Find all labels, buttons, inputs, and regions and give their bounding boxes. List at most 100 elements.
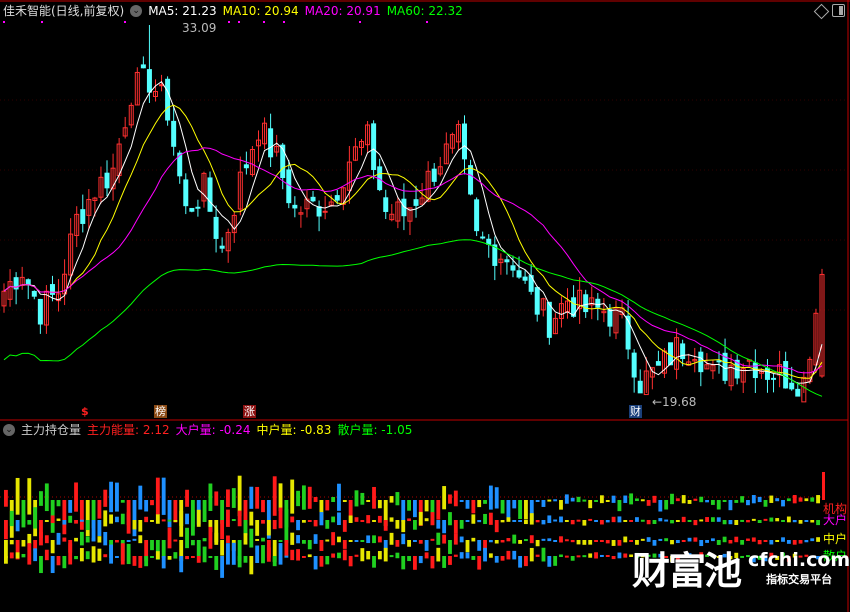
indicator-bar-big: [109, 514, 114, 524]
indicator-bar-big: [407, 518, 411, 522]
indicator-bar-big: [547, 515, 552, 524]
indicator-bar-mid: [564, 539, 569, 542]
indicator-bar-big: [190, 509, 195, 527]
indicator-bar-mid: [132, 538, 137, 541]
indicator-bar-institution: [471, 500, 476, 514]
indicator-bar-big: [383, 520, 388, 531]
candle-body: [413, 199, 419, 206]
indicator-bar-institution: [255, 486, 260, 509]
marker-bang[interactable]: 榜: [154, 405, 167, 418]
indicator-bar-big: [290, 516, 295, 523]
candle-body: [546, 301, 552, 338]
indicator-bar-institution: [670, 493, 674, 505]
indicator-bar-institution: [453, 490, 458, 507]
indicator-bar-institution: [775, 498, 780, 502]
indicator-bar-mid: [138, 535, 143, 544]
indicator-bar-mid: [185, 527, 189, 549]
indicator-bar-big: [459, 520, 464, 529]
indicator-bar-institution: [658, 500, 663, 512]
ma20-value: MA20: 20.91: [304, 4, 381, 18]
indicator-bar-institution: [39, 491, 43, 506]
indicator-bar-retail: [255, 545, 260, 563]
dropdown-chevron-icon[interactable]: ⌄: [3, 424, 15, 436]
indicator-bar-retail: [319, 556, 324, 567]
indicator-bar-retail: [237, 556, 242, 568]
indicator-bar-retail: [226, 543, 230, 565]
indicator-bar-retail: [337, 552, 341, 559]
indicator-bar-institution: [547, 499, 552, 502]
indicator-bar-mid: [518, 540, 523, 544]
indicator-bar-big: [582, 520, 587, 526]
stock-chart-canvas[interactable]: [0, 0, 850, 612]
indicator-bar-institution: [44, 483, 49, 512]
indicator-bar-big: [670, 520, 674, 524]
indicator-bar-mid: [594, 540, 598, 542]
indicator-bar-big: [524, 520, 528, 525]
indicator-bar-big: [220, 520, 225, 540]
indicator-bar-big: [798, 520, 803, 524]
indicator-bar-retail: [360, 548, 365, 562]
candle-body: [334, 195, 340, 201]
dropdown-chevron-icon[interactable]: ⌄: [130, 5, 143, 17]
panel-toggle-icon[interactable]: [832, 4, 845, 17]
indicator-bar-retail: [173, 552, 178, 559]
indicator-bar-big: [710, 517, 715, 522]
indicator-bar-retail: [471, 556, 476, 560]
indicator-bar-big: [120, 513, 125, 525]
indicator-bar-big: [243, 520, 248, 535]
marker-zhang[interactable]: 涨: [243, 405, 256, 418]
indicator-bar-big: [804, 520, 809, 522]
indicator-bar-mid: [354, 540, 359, 542]
indicator-bar-mid: [617, 540, 622, 546]
candle-body: [668, 342, 674, 366]
marker-cai[interactable]: 财: [629, 405, 642, 418]
indicator-bar-retail: [115, 556, 119, 558]
indicator-bar-institution: [518, 500, 523, 519]
indicator-bar-institution: [751, 495, 756, 504]
indicator-bar-institution: [249, 486, 254, 509]
indicator-bar-retail: [342, 549, 347, 561]
indicator-bar-mid: [623, 536, 628, 543]
indicator-bar-retail: [617, 552, 622, 559]
indicator-bar-retail: [500, 556, 505, 561]
indicator-bar-big: [319, 512, 324, 526]
tick-dot: [359, 21, 361, 23]
indicator-bar-institution: [68, 500, 73, 513]
indicator-bar-institution: [325, 500, 330, 511]
indicator-bar-mid: [126, 540, 131, 542]
indicator-bar-big: [4, 520, 8, 540]
indicator-bar-mid: [448, 540, 452, 554]
indicator-bar-institution: [290, 479, 295, 514]
indicator-bar-retail: [325, 556, 330, 565]
indicator-bar-mid: [161, 540, 166, 558]
marker-dollar[interactable]: $: [80, 405, 90, 418]
indicator-bar-retail: [553, 556, 558, 566]
indicator-bar-institution: [372, 486, 376, 509]
indicator-bar-retail: [220, 556, 225, 578]
indicator-bar-mid: [605, 540, 610, 544]
candle-body: [534, 287, 540, 315]
indicator-bar-institution: [167, 500, 172, 528]
indicator-bar-institution: [465, 500, 470, 509]
indicator-bar-big: [389, 517, 394, 522]
indicator-bar-institution: [313, 497, 318, 502]
tick-dot: [426, 21, 428, 23]
watermark-brand: 财富池: [632, 549, 742, 593]
indicator-bar-big: [792, 520, 797, 523]
indicator-bar-retail: [202, 546, 207, 563]
candle-body: [140, 64, 146, 69]
indicator-bar-institution: [272, 476, 277, 516]
indicator-bar-mid: [9, 540, 14, 545]
indicator-bar-mid: [559, 536, 563, 543]
indicator-bar-institution: [208, 483, 213, 511]
indicator-bar-retail: [570, 556, 575, 561]
indicator-bar-mid: [79, 531, 84, 546]
indicator-bar-institution: [494, 487, 499, 509]
indicator-bar-big: [594, 520, 598, 522]
candle-body: [522, 276, 528, 281]
indicator-bar-mid: [255, 539, 260, 542]
indicator-bar-institution: [407, 500, 411, 511]
indicator-bar-big: [255, 520, 260, 536]
indicator-bar-big: [325, 520, 330, 529]
candle-body: [468, 165, 474, 195]
